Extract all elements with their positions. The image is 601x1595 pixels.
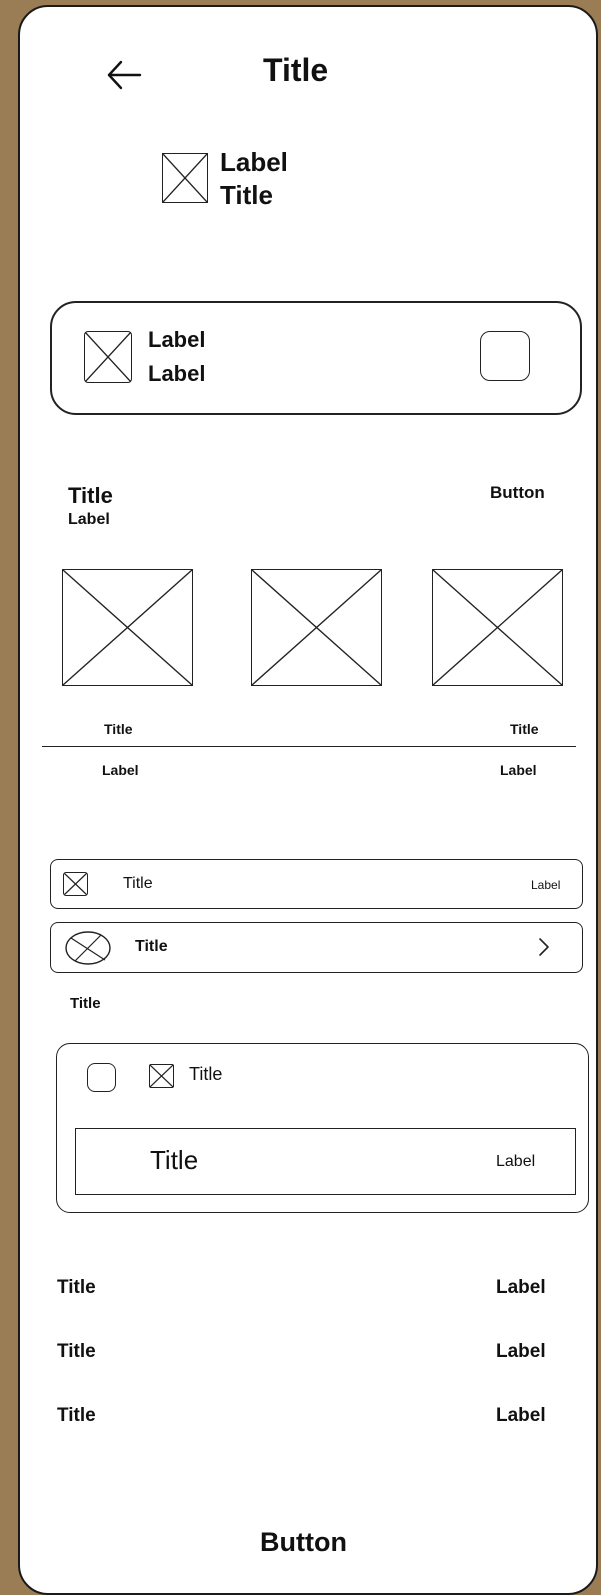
group-image-placeholder xyxy=(149,1064,174,1088)
detail-3-label: Label xyxy=(496,1405,546,1426)
thumbnail-3[interactable] xyxy=(432,569,563,686)
list-caption: Title xyxy=(70,995,101,1012)
chevron-right-icon xyxy=(539,938,549,956)
thumbnail-1[interactable] xyxy=(62,569,193,686)
group-inner-box[interactable]: Title Label xyxy=(75,1128,576,1195)
arrow-left-icon xyxy=(107,60,142,90)
card-label-2: Label xyxy=(148,361,206,386)
section-title: Title xyxy=(68,483,113,508)
row-2-title: Title xyxy=(135,938,168,955)
primary-button[interactable]: Button xyxy=(260,1527,347,1558)
list-row-1[interactable]: Title Label xyxy=(50,859,583,909)
tile-2-label: Label xyxy=(500,762,537,778)
thumbnail-2[interactable] xyxy=(251,569,382,686)
card-image-placeholder xyxy=(84,331,132,383)
tile-2-title: Title xyxy=(510,721,539,737)
card-checkbox[interactable] xyxy=(480,331,530,381)
profile-title: Title xyxy=(220,180,273,210)
section-label: Label xyxy=(68,511,110,528)
card-label-1: Label xyxy=(148,327,206,352)
group-inner-title: Title xyxy=(150,1145,199,1175)
phone-frame: Title Label Title Label Label Title Labe… xyxy=(18,5,598,1595)
back-button[interactable] xyxy=(104,57,144,93)
tile-1-label: Label xyxy=(102,762,139,778)
divider xyxy=(42,746,576,747)
profile-image-placeholder xyxy=(162,153,208,203)
detail-1-label: Label xyxy=(496,1277,546,1298)
row-1-label: Label xyxy=(531,878,561,892)
avatar-placeholder-icon xyxy=(65,931,111,965)
tile-1-title: Title xyxy=(104,721,133,737)
list-row-2[interactable]: Title xyxy=(50,922,583,973)
row-1-image-placeholder xyxy=(63,872,88,896)
group-item-title: Title xyxy=(189,1064,223,1084)
group-inner-label: Label xyxy=(496,1153,536,1170)
row-1-title: Title xyxy=(123,875,153,892)
selection-card[interactable]: Label Label xyxy=(50,301,582,415)
page-title: Title xyxy=(263,52,329,88)
section-action-button[interactable]: Button xyxy=(490,483,545,503)
detail-1-title: Title xyxy=(57,1277,96,1298)
profile-label: Label xyxy=(220,147,288,177)
detail-2-label: Label xyxy=(496,1341,546,1362)
detail-2-title: Title xyxy=(57,1341,96,1362)
group-card: Title Title Label xyxy=(56,1043,589,1213)
group-checkbox[interactable] xyxy=(87,1063,116,1092)
detail-3-title: Title xyxy=(57,1405,96,1426)
